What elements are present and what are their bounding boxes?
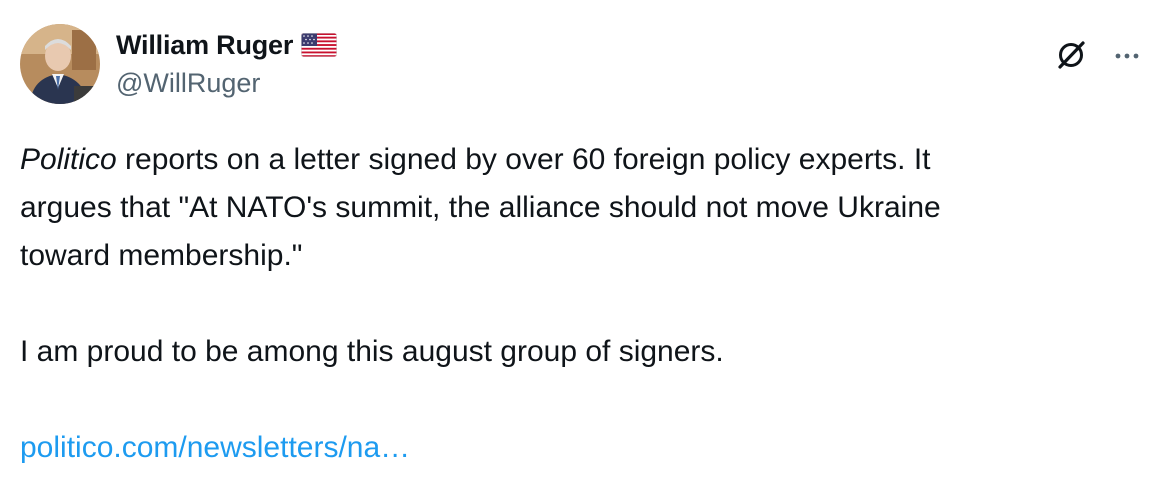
display-name-row: William Ruger xyxy=(116,28,338,62)
grok-icon[interactable] xyxy=(1054,38,1088,72)
tweet-line: argues that "At NATO's summit, the allia… xyxy=(20,191,941,224)
tweet-header: William Ruger @WillRuger xyxy=(20,24,1144,108)
tweet-line: toward membership." xyxy=(20,239,303,272)
avatar[interactable] xyxy=(20,24,100,104)
author-names: William Ruger @WillRuger xyxy=(116,28,338,99)
author-handle[interactable]: @WillRuger xyxy=(116,68,337,99)
tweet-line-text: reports on a letter signed by over 60 fo… xyxy=(116,143,931,176)
tweet-link[interactable]: politico.com/newsletters/na… xyxy=(20,431,410,464)
tweet-link-line: politico.com/newsletters/na… xyxy=(20,424,1144,472)
us-flag-icon xyxy=(301,33,338,57)
author-display-name[interactable]: William Ruger xyxy=(116,30,293,61)
more-icon[interactable] xyxy=(1110,38,1144,72)
publication-name: Politico xyxy=(20,143,117,176)
tweet-line: Politico reports on a letter signed by o… xyxy=(20,136,1144,184)
tweet-line: I am proud to be among this august group… xyxy=(20,335,724,368)
avatar-photo xyxy=(20,24,100,104)
tweet-text: Politico reports on a letter signed by o… xyxy=(20,136,1144,472)
